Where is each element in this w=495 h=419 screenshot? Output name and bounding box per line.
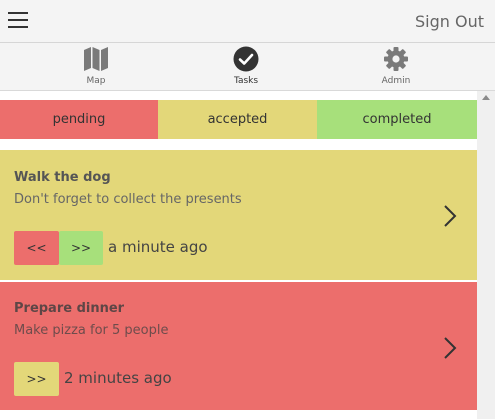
tab-tasks[interactable]: Tasks [196,43,296,90]
task-card[interactable]: Walk the dog Don't forget to collect the… [0,150,477,280]
task-title: Prepare dinner [14,301,125,316]
top-bar: Sign Out [0,0,495,43]
tab-map[interactable]: Map [46,43,146,90]
gear-icon [384,47,408,71]
hamburger-menu-icon[interactable] [8,11,28,28]
move-forward-button[interactable]: >> [14,362,59,396]
map-icon [84,47,108,71]
sign-out-link[interactable]: Sign Out [415,12,484,31]
filter-pending[interactable]: pending [0,100,158,139]
task-description: Make pizza for 5 people [14,323,169,338]
status-filter-bar: pending accepted completed [0,100,477,139]
chevron-right-icon[interactable] [440,336,460,360]
task-timestamp: 2 minutes ago [64,369,172,387]
task-description: Don't forget to collect the presents [14,192,242,207]
filter-completed[interactable]: completed [317,100,477,139]
task-card[interactable]: Prepare dinner Make pizza for 5 people >… [0,282,477,410]
move-forward-button[interactable]: >> [59,231,103,265]
tab-admin-label: Admin [381,76,411,86]
task-title: Walk the dog [14,170,111,185]
scrollbar[interactable] [477,91,495,419]
scroll-up-arrow-icon[interactable] [482,95,490,100]
move-back-button[interactable]: << [14,231,59,265]
tab-tasks-label: Tasks [233,76,259,86]
tab-admin[interactable]: Admin [346,43,446,90]
filter-accepted[interactable]: accepted [158,100,317,139]
check-circle-icon [233,46,259,72]
tab-map-label: Map [86,76,106,86]
chevron-right-icon[interactable] [440,204,460,228]
task-timestamp: a minute ago [108,238,208,256]
tab-bar: Map Tasks Admin [0,43,495,91]
